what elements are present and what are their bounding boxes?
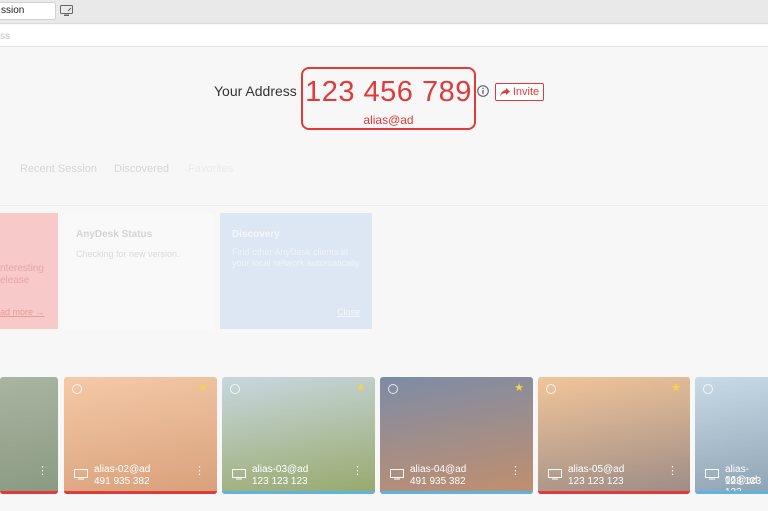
status-bar: [0, 491, 58, 494]
discovery-card: Discovery Find other AnyDesk clients in …: [220, 213, 372, 329]
monitor-icon: [232, 469, 246, 480]
tab-recent-session[interactable]: Recent Session: [20, 163, 97, 175]
more-menu-icon[interactable]: ⋮: [194, 466, 205, 477]
invite-button[interactable]: Invite: [495, 83, 544, 101]
tabs-divider: [0, 205, 768, 206]
news-card[interactable]: nteresting elease ad more →: [0, 213, 58, 329]
session-tabs: Recent Session Discovered Favorites: [0, 160, 768, 180]
status-card-text: Checking for new version.: [76, 249, 180, 259]
select-circle-icon[interactable]: [546, 384, 556, 394]
status-bar: [380, 491, 533, 494]
monitor-icon: [548, 469, 562, 480]
thumbnail-number: 491 935 382: [94, 476, 150, 487]
share-arrow-icon: [499, 87, 510, 97]
status-card: AnyDesk Status Checking for new version.: [64, 213, 214, 329]
session-tab[interactable]: ssion: [0, 2, 56, 20]
thumbnail-alias: alias-03@ad: [252, 464, 309, 475]
favorite-star-icon[interactable]: ★: [671, 381, 681, 394]
thumbnail-number: 123 123 123: [568, 476, 624, 487]
monitor-icon[interactable]: [60, 5, 73, 17]
status-bar: [538, 491, 690, 494]
thumbnail-number: 123 123 123: [252, 476, 308, 487]
monitor-icon: [74, 469, 88, 480]
session-thumbnail[interactable]: ★ alias-03@ad 123 123 123 ⋮: [222, 377, 375, 494]
discovery-card-text: Find other AnyDesk clients in your local…: [232, 247, 362, 268]
select-circle-icon[interactable]: [388, 384, 398, 394]
your-address-label: Your Address: [214, 83, 297, 99]
read-more-link[interactable]: ad more →: [0, 307, 45, 317]
info-icon[interactable]: [477, 85, 489, 97]
address-bar: [0, 25, 768, 47]
discovery-close-link[interactable]: Close: [337, 307, 360, 317]
thumbnail-alias: alias-04@ad: [410, 464, 467, 475]
session-thumbnail[interactable]: ★ alias-05@ad 123 123 123 ⋮: [538, 377, 690, 494]
status-bar: [695, 491, 768, 494]
monitor-icon: [390, 469, 404, 480]
discovery-card-title: Discovery: [232, 229, 280, 240]
more-menu-icon[interactable]: ⋮: [352, 466, 363, 477]
session-thumbnail[interactable]: ★ alias-04@ad 491 935 382 ⋮: [380, 377, 533, 494]
favorite-star-icon[interactable]: ★: [514, 381, 524, 394]
status-bar: [64, 491, 217, 494]
more-menu-icon[interactable]: ⋮: [510, 466, 521, 477]
address-number: 123 456 789: [305, 76, 472, 108]
status-bar: [222, 491, 375, 494]
thumbnail-alias: alias-02@ad: [94, 464, 151, 475]
monitor-icon: [705, 469, 719, 480]
news-card-text: nteresting elease: [0, 263, 44, 286]
tab-discovered[interactable]: Discovered: [114, 163, 169, 175]
select-circle-icon[interactable]: [72, 384, 82, 394]
more-menu-icon[interactable]: ⋮: [37, 466, 48, 477]
address-highlight-box: 123 456 789 alias@ad: [301, 67, 476, 130]
favorite-star-icon[interactable]: ★: [356, 381, 366, 394]
invite-label: Invite: [512, 86, 540, 98]
more-menu-icon[interactable]: ⋮: [667, 466, 678, 477]
thumbnail-alias: alias-05@ad: [568, 464, 625, 475]
remote-address-input[interactable]: [0, 27, 768, 45]
favorite-star-icon[interactable]: ★: [198, 381, 208, 394]
session-thumbnail[interactable]: ★ alias-02@ad 491 935 382 ⋮: [64, 377, 217, 494]
address-alias: alias@ad: [363, 113, 414, 127]
thumbnail-number: 491 935 382: [410, 476, 466, 487]
select-circle-icon[interactable]: [230, 384, 240, 394]
select-circle-icon[interactable]: [703, 384, 713, 394]
top-bar: ssion: [0, 0, 768, 24]
session-thumbnail[interactable]: ⋮: [0, 377, 58, 494]
status-card-title: AnyDesk Status: [76, 229, 153, 240]
tab-favorites[interactable]: Favorites: [188, 163, 233, 175]
session-thumbnail[interactable]: alias-06@ad 123 123 123: [695, 377, 768, 494]
